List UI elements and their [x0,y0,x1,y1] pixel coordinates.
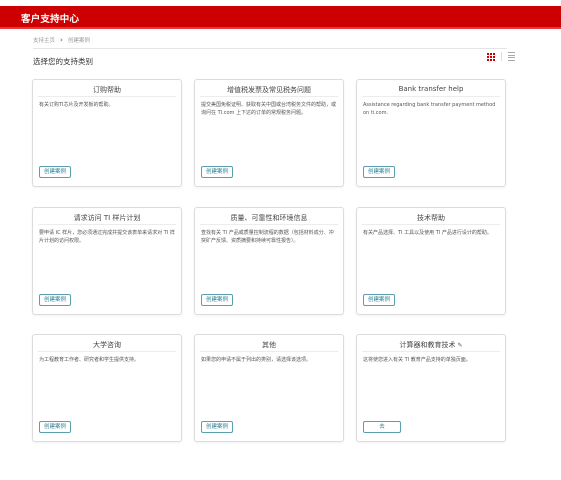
header-divider [33,48,507,49]
category-card-ordering: 订购帮助 有关订购TI芯片及开发板的帮助。 创建案例 [32,79,182,187]
card-description: 提交美国免税证明、获取有关中国或台湾税务文件的帮助，或询问在 TI.com 上下… [201,102,337,117]
chevron-right-icon: › [60,35,63,44]
card-divider [362,351,500,352]
card-description: 如果您的申请不属于列出的类别，请选择该选项。 [201,357,312,363]
section-title: 选择您的支持类别 [33,57,93,66]
card-description: Assistance regarding bank transfer payme… [363,102,496,117]
go-button[interactable]: 去 [363,421,401,433]
card-description: 查找有关 TI 产品或质量控制流程的数据（包括材料成分、冲突矿产反馈、资质摘要和… [201,230,334,245]
card-divider [200,351,338,352]
breadcrumb: 支持主页 › 创建案例 [33,36,90,44]
category-card-technical: 技术帮助 有关产品选择、TI 工具以及使用 TI 产品进行设计的帮助。 创建案例 [356,207,506,315]
card-divider [38,351,176,352]
card-title: 增值税发票及常见税务问题 [227,86,311,94]
create-case-button[interactable]: 创建案例 [201,421,234,433]
category-card-tax: 增值税发票及常见税务问题 提交美国免税证明、获取有关中国或台湾税务文件的帮助，或… [194,79,344,187]
card-divider [362,96,500,97]
view-toggle [487,52,515,61]
create-case-button[interactable]: 创建案例 [39,294,72,306]
category-card-university: 大学咨询 为工程教育工作者、研究者和学生提供支持。 创建案例 [32,334,182,442]
grid-view-icon[interactable] [487,52,495,61]
card-divider [38,224,176,225]
category-card-bank-transfer: Bank transfer help Assistance regarding … [356,79,506,187]
card-description: 有关产品选择、TI 工具以及使用 TI 产品进行设计的帮助。 [363,230,492,236]
card-title: Bank transfer help [398,85,464,93]
create-case-button[interactable]: 创建案例 [201,294,234,306]
category-card-quality: 质量、可靠性和环境信息 查找有关 TI 产品或质量控制流程的数据（包括材料成分、… [194,207,344,315]
create-case-button[interactable]: 创建案例 [39,421,72,433]
category-card-other: 其他 如果您的申请不属于列出的类别，请选择该选项。 创建案例 [194,334,344,442]
card-divider [38,96,176,97]
create-case-button[interactable]: 创建案例 [201,166,234,178]
breadcrumb-home-link[interactable]: 支持主页 [33,36,55,44]
card-title: 技术帮助 [417,214,445,222]
pencil-icon: ✎ [457,342,463,349]
list-view-icon[interactable] [508,52,515,61]
page-header: 客户支持中心 [0,6,561,29]
card-title: 请求访问 TI 样片计划 [73,214,141,222]
card-description: 这将使您进入有关 TI 教育产品支持的单独页面。 [363,357,471,363]
breadcrumb-current: 创建案例 [67,38,90,44]
card-divider [200,224,338,225]
card-title-text: 计算器和教育技术 [399,341,456,349]
card-title: 订购帮助 [93,86,121,94]
card-description: 要申请 IC 样片，您必须通过完成并提交该表单来请求对 TI 样片计划的访问权限… [39,230,175,245]
card-title: 计算器和教育技术 ✎ [357,340,505,350]
card-title: 其他 [262,341,276,349]
card-description: 有关订购TI芯片及开发板的帮助。 [39,102,114,108]
create-case-button[interactable]: 创建案例 [363,294,396,306]
card-divider [362,224,500,225]
header-title: 客户支持中心 [21,14,80,25]
create-case-button[interactable]: 创建案例 [39,166,72,178]
card-description: 为工程教育工作者、研究者和学生提供支持。 [39,357,140,363]
category-card-calculators: 计算器和教育技术 ✎ 这将使您进入有关 TI 教育产品支持的单独页面。 去 [356,334,506,442]
toggle-divider [501,52,502,61]
category-card-sample-program: 请求访问 TI 样片计划 要申请 IC 样片，您必须通过完成并提交该表单来请求对… [32,207,182,315]
card-title: 质量、可靠性和环境信息 [230,214,308,222]
create-case-button[interactable]: 创建案例 [363,166,396,178]
card-title: 大学咨询 [93,341,121,349]
card-divider [200,96,338,97]
